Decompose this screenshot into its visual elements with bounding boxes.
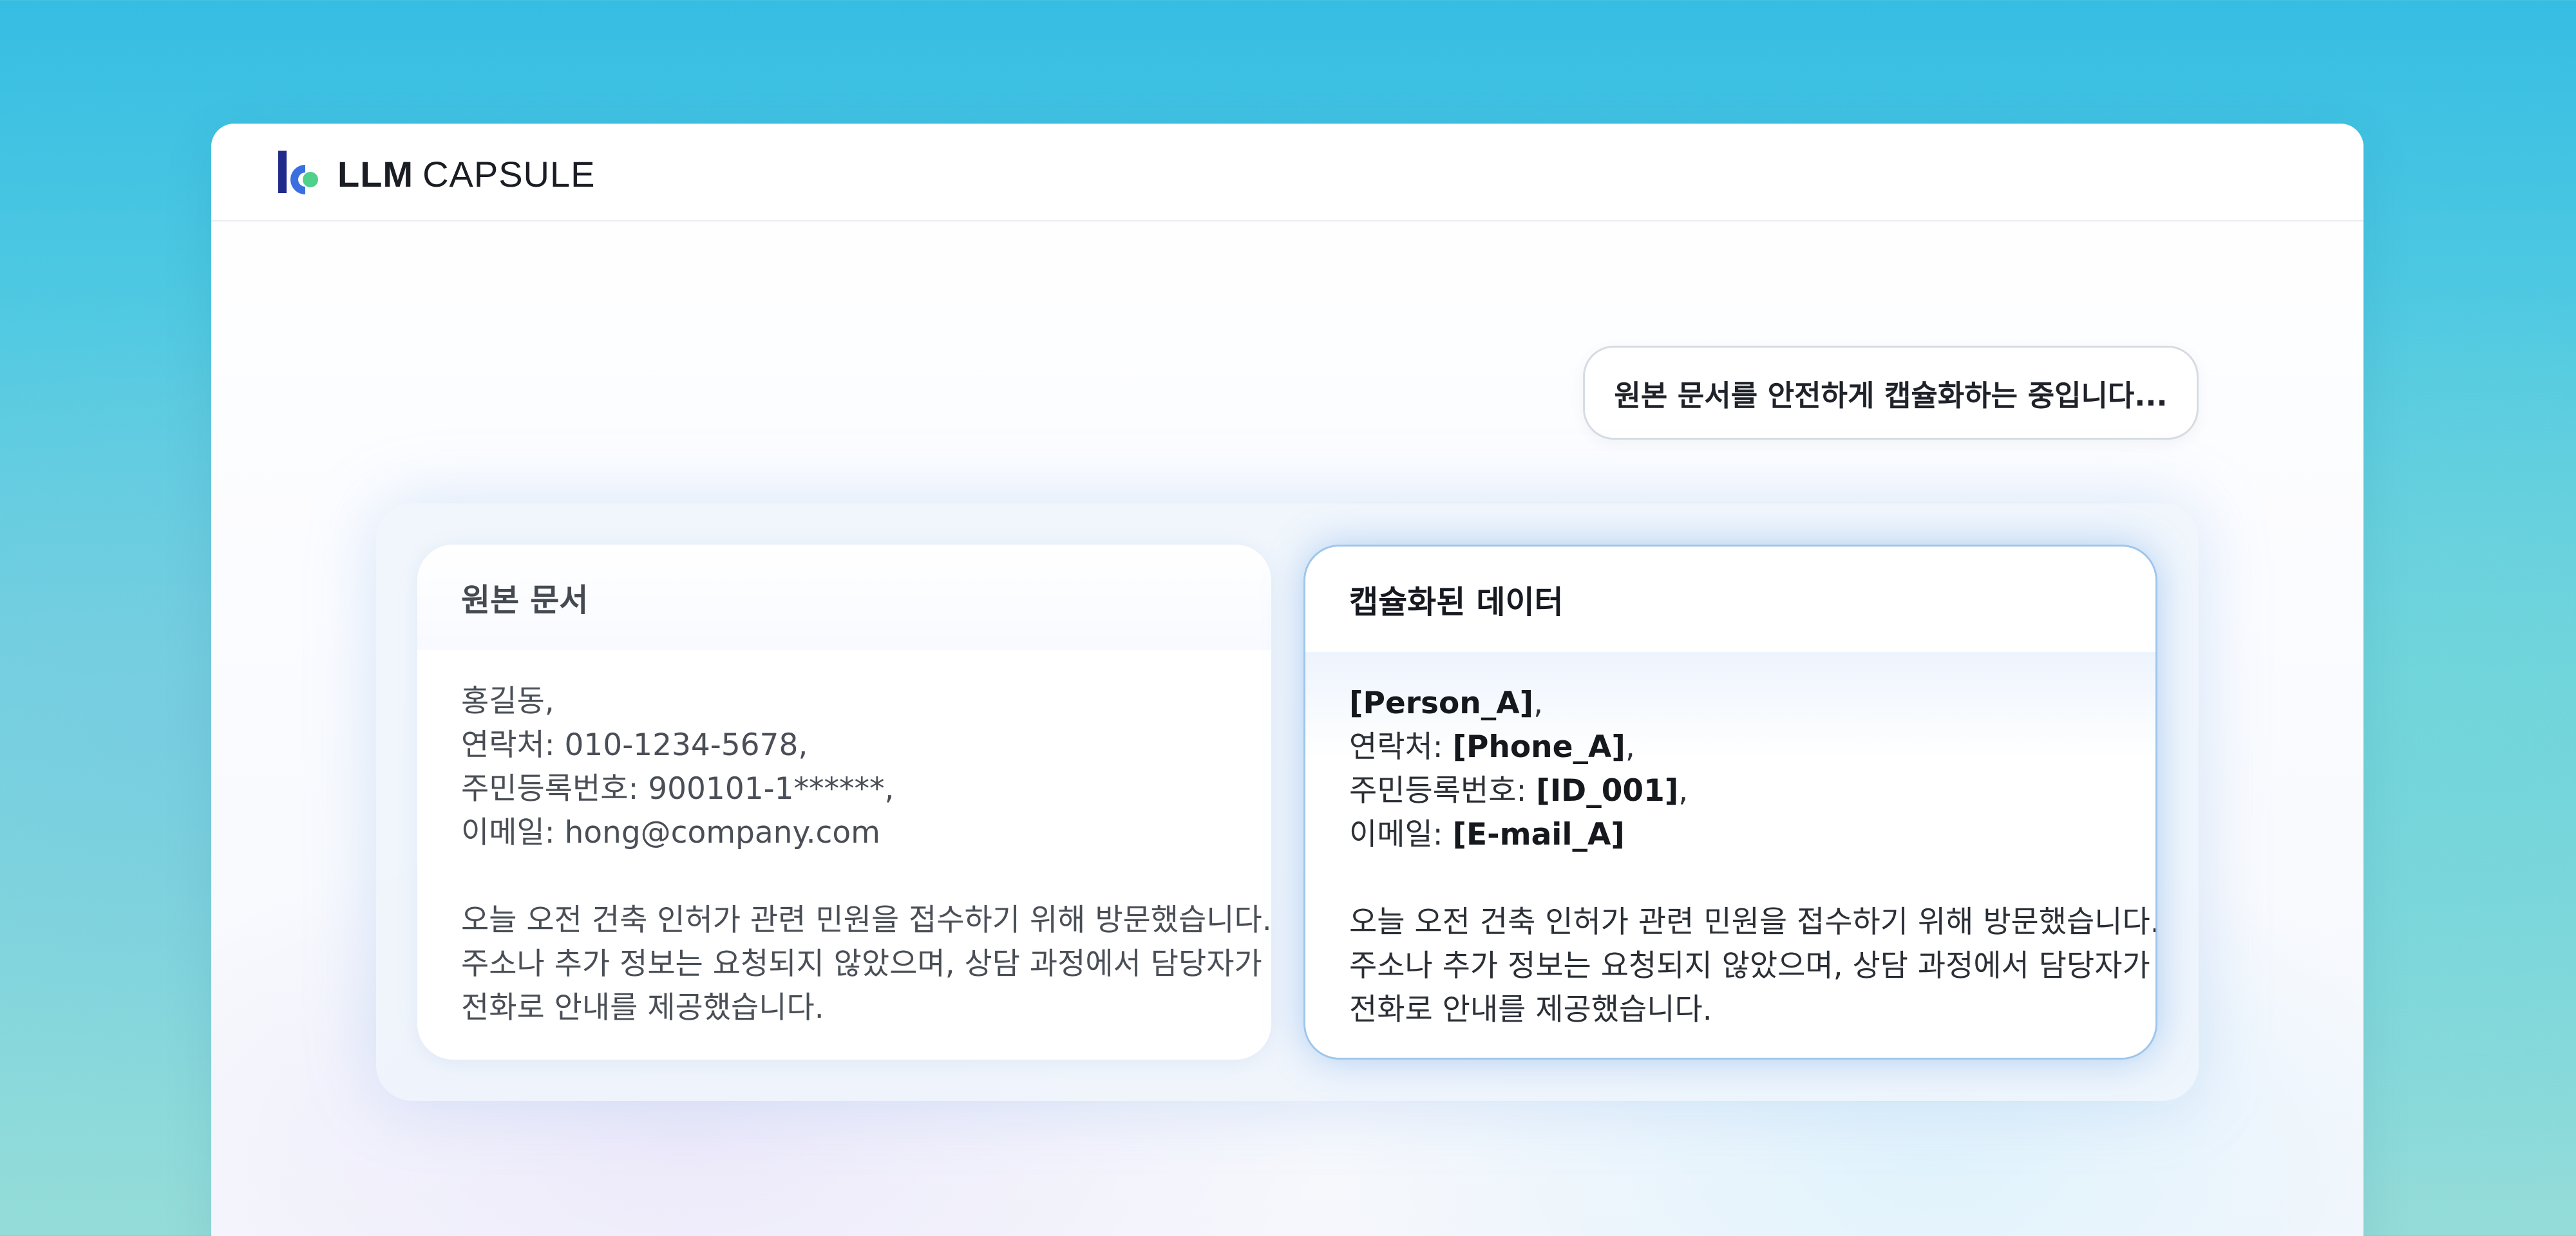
capsuled-card-title: 캡슐화된 데이터 [1305, 547, 2155, 652]
phone-tag: [Phone_A] [1452, 729, 1625, 765]
original-name-line: 홍길동, [461, 684, 554, 719]
brand-name: LLM CAPSULE [337, 153, 596, 195]
original-id-label: 주민등록번호: [461, 771, 649, 807]
original-paragraph-line: 전화로 안내를 제공했습니다. [461, 990, 824, 1025]
capsuled-contact-line: 연락처: [Phone_A], [1349, 726, 2112, 769]
original-paragraph-line: 오늘 오전 건축 인허가 관련 민원을 접수하기 위해 방문했습니다. [461, 903, 1271, 938]
capsuled-id-line: 주민등록번호: [ID_001], [1349, 769, 2112, 813]
punctuation: , [1625, 729, 1635, 765]
capsuled-paragraph-line: 오늘 오전 건축 인허가 관련 민원을 접수하기 위해 방문했습니다. [1349, 904, 2157, 940]
brand-name-light: CAPSULE [422, 153, 596, 194]
punctuation: , [1678, 773, 1689, 809]
capsuled-data-card: 캡슐화된 데이터 [Person_A], 연락처: [Phone_A], 주민등… [1303, 545, 2157, 1060]
email-tag: [E-mail_A] [1452, 817, 1625, 852]
capsuled-email-label: 이메일: [1349, 817, 1453, 852]
id-tag: [ID_001] [1536, 773, 1679, 809]
capsuled-card-body: [Person_A], 연락처: [Phone_A], 주민등록번호: [ID_… [1305, 652, 2157, 1058]
llm-capsule-logo-icon [278, 151, 318, 194]
brand-name-bold: LLM [337, 153, 414, 194]
original-email-line: 이메일: hong@company.com [461, 811, 1227, 855]
original-id-value: 900101-1******, [648, 771, 895, 807]
original-email-label: 이메일: [461, 815, 565, 850]
comparison-panel: 원본 문서 홍길동, 연락처: 010-1234-5678, 주민등록번호: 9… [376, 503, 2199, 1101]
original-contact-line: 연락처: 010-1234-5678, [461, 724, 1227, 767]
capsuled-contact-label: 연락처: [1349, 729, 1453, 765]
original-card-body: 홍길동, 연락처: 010-1234-5678, 주민등록번호: 900101-… [417, 650, 1271, 1060]
original-contact-value: 010-1234-5678, [564, 727, 808, 763]
original-contact-label: 연락처: [461, 727, 565, 763]
status-message: 원본 문서를 안전하게 캡슐화하는 중입니다... [1583, 346, 2199, 440]
capsuled-name-line: [Person_A], [1349, 682, 2112, 726]
person-tag: [Person_A] [1349, 686, 1534, 721]
app-window: LLM CAPSULE 원본 문서를 안전하게 캡슐화하는 중입니다... 원본 … [211, 124, 2363, 1236]
original-paragraph-line: 주소나 추가 정보는 요청되지 않았으며, 상담 과정에서 담당자가 [461, 946, 1262, 982]
app-header: LLM CAPSULE [211, 124, 2363, 221]
capsuled-paragraph-line: 주소나 추가 정보는 요청되지 않았으며, 상담 과정에서 담당자가 [1349, 948, 2150, 984]
brand-logo[interactable]: LLM CAPSULE [277, 149, 596, 198]
capsuled-email-line: 이메일: [E-mail_A] [1349, 813, 2112, 857]
original-document-card: 원본 문서 홍길동, 연락처: 010-1234-5678, 주민등록번호: 9… [417, 545, 1271, 1060]
original-id-line: 주민등록번호: 900101-1******, [461, 767, 1227, 811]
punctuation: , [1533, 686, 1544, 721]
capsuled-id-label: 주민등록번호: [1349, 773, 1537, 809]
original-email-value: hong@company.com [564, 815, 880, 850]
original-card-title: 원본 문서 [417, 545, 1271, 650]
capsuled-paragraph-line: 전화로 안내를 제공했습니다. [1349, 992, 1712, 1027]
